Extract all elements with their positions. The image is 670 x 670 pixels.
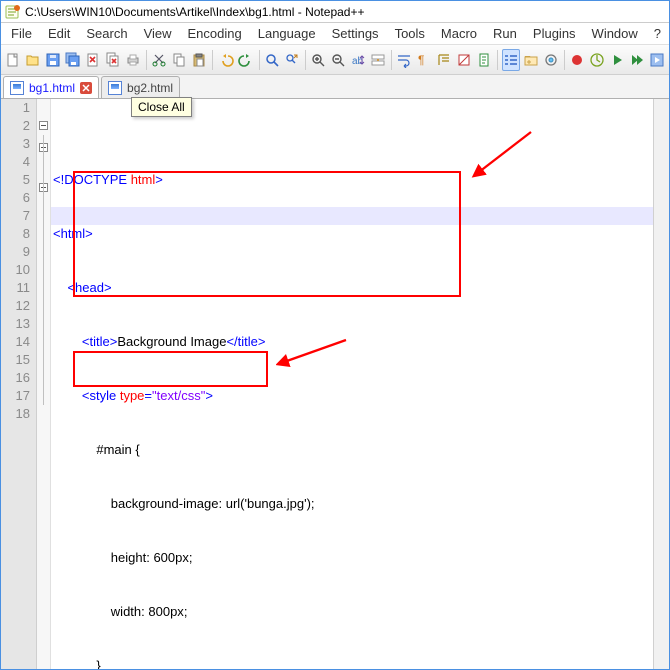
play-macro-button[interactable] <box>608 49 626 71</box>
paste-button[interactable] <box>190 49 208 71</box>
tab-close-icon[interactable] <box>80 82 92 94</box>
sync-v-button[interactable]: ab <box>349 49 367 71</box>
cut-button[interactable] <box>150 49 168 71</box>
fold-column[interactable] <box>37 99 51 669</box>
folder-button[interactable] <box>522 49 540 71</box>
func-list-button[interactable] <box>502 49 520 71</box>
run-macro-button[interactable] <box>628 49 646 71</box>
app-icon <box>5 4 21 20</box>
tab-bar: bg1.html bg2.html Close All <box>1 75 669 99</box>
svg-text:¶: ¶ <box>418 53 424 67</box>
menubar: File Edit Search View Encoding Language … <box>1 23 669 45</box>
annotation-box-2 <box>73 351 268 387</box>
menu-help[interactable]: ? <box>646 24 669 43</box>
showall-button[interactable]: ¶ <box>415 49 433 71</box>
menu-settings[interactable]: Settings <box>324 24 387 43</box>
window-title: C:\Users\WIN10\Documents\Artikel\Index\b… <box>25 5 364 19</box>
file-icon <box>108 81 122 95</box>
annotation-arrow-2 <box>276 332 356 372</box>
wordwrap-button[interactable] <box>395 49 413 71</box>
print-button[interactable] <box>124 49 142 71</box>
tab-label: bg1.html <box>29 81 75 95</box>
menu-view[interactable]: View <box>136 24 180 43</box>
record-macro-button[interactable] <box>568 49 586 71</box>
line-number-gutter: 1 2 3 4 5 6 7 8 9 10 11 12 13 14 15 16 1… <box>1 99 37 669</box>
zoom-in-button[interactable] <box>309 49 327 71</box>
save-all-button[interactable] <box>64 49 82 71</box>
copy-button[interactable] <box>170 49 188 71</box>
menu-macro[interactable]: Macro <box>433 24 485 43</box>
indent-guide-button[interactable] <box>435 49 453 71</box>
menu-plugins[interactable]: Plugins <box>525 24 584 43</box>
stop-macro-button[interactable] <box>588 49 606 71</box>
menu-language[interactable]: Language <box>250 24 324 43</box>
menu-run[interactable]: Run <box>485 24 525 43</box>
file-icon <box>10 81 24 95</box>
menu-tools[interactable]: Tools <box>387 24 433 43</box>
menu-file[interactable]: File <box>3 24 40 43</box>
undo-button[interactable] <box>217 49 235 71</box>
zoom-out-button[interactable] <box>329 49 347 71</box>
tab-bg1[interactable]: bg1.html <box>3 76 99 98</box>
userlang-button[interactable] <box>455 49 473 71</box>
find-button[interactable] <box>263 49 281 71</box>
editor-area: 1 2 3 4 5 6 7 8 9 10 11 12 13 14 15 16 1… <box>1 99 669 669</box>
vertical-scrollbar[interactable] <box>653 99 669 669</box>
menu-encoding[interactable]: Encoding <box>180 24 250 43</box>
menu-search[interactable]: Search <box>78 24 135 43</box>
save-button[interactable] <box>44 49 62 71</box>
replace-button[interactable] <box>283 49 301 71</box>
save-macro-button[interactable] <box>648 49 666 71</box>
code-area[interactable]: <!DOCTYPE html> <html> <head> <title>Bac… <box>51 99 669 669</box>
close-all-button[interactable] <box>104 49 122 71</box>
new-file-button[interactable] <box>4 49 22 71</box>
notepadpp-window: C:\Users\WIN10\Documents\Artikel\Index\b… <box>0 0 670 670</box>
sync-h-button[interactable] <box>369 49 387 71</box>
menu-edit[interactable]: Edit <box>40 24 78 43</box>
tab-label: bg2.html <box>127 81 173 95</box>
fold-toggle[interactable] <box>39 121 48 130</box>
open-file-button[interactable] <box>24 49 42 71</box>
monitor-button[interactable] <box>542 49 560 71</box>
menu-window[interactable]: Window <box>584 24 646 43</box>
toolbar: ab ¶ <box>1 45 669 75</box>
doc-map-button[interactable] <box>475 49 493 71</box>
close-button[interactable] <box>84 49 102 71</box>
titlebar: C:\Users\WIN10\Documents\Artikel\Index\b… <box>1 1 669 23</box>
annotation-arrow-1 <box>471 127 541 182</box>
redo-button[interactable] <box>237 49 255 71</box>
tooltip: Close All <box>131 97 192 117</box>
tab-bg2[interactable]: bg2.html <box>101 76 180 98</box>
